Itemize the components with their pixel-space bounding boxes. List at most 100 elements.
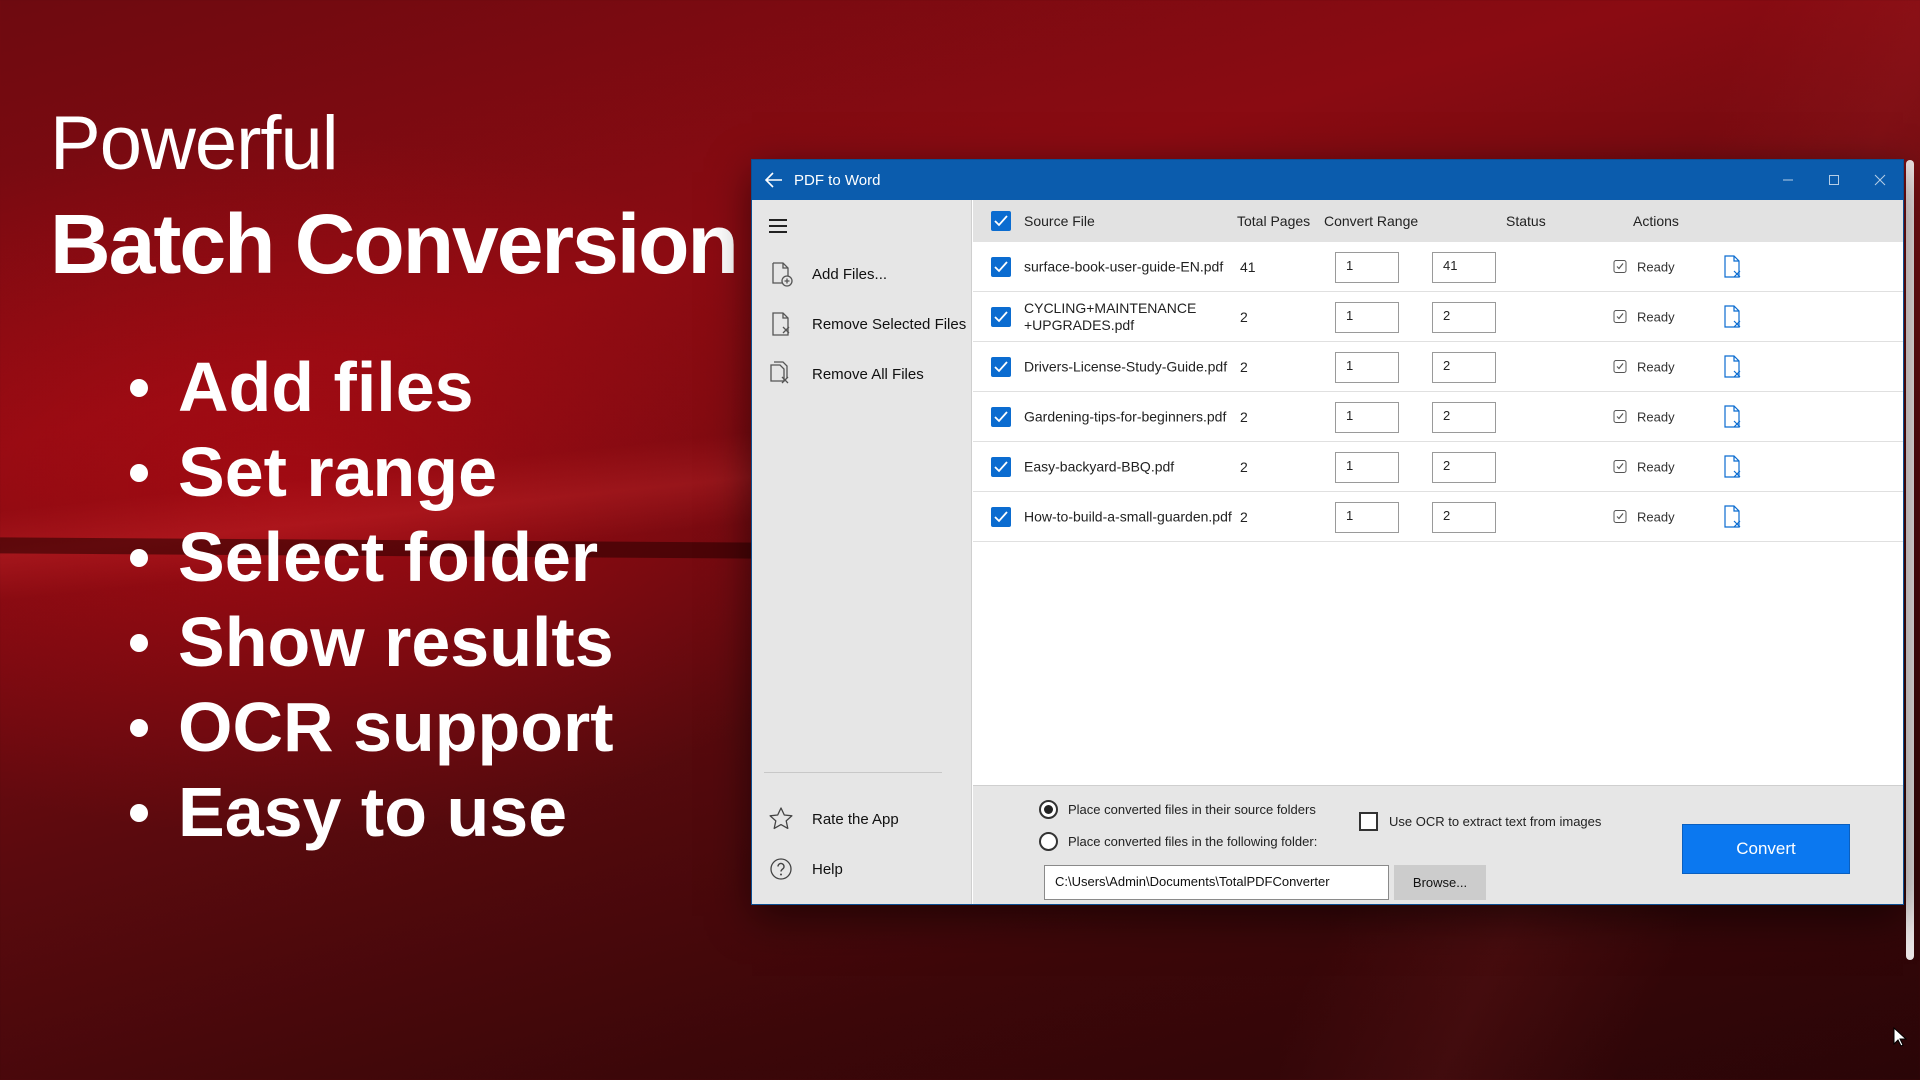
sidebar-item-label: Remove All Files xyxy=(812,365,924,383)
checkmark-icon xyxy=(994,215,1008,227)
checkmark-icon xyxy=(994,411,1008,423)
scrollbar[interactable] xyxy=(1906,160,1914,960)
range-to-input[interactable]: 2 xyxy=(1432,352,1496,383)
remove-row-icon[interactable] xyxy=(1719,254,1745,280)
table-row[interactable]: Gardening-tips-for-beginners.pdf 2 1 to … xyxy=(973,392,1903,442)
back-button[interactable] xyxy=(756,160,792,200)
ocr-checkbox[interactable] xyxy=(1359,812,1378,831)
table-row[interactable]: surface-book-user-guide-EN.pdf 41 1 to 4… xyxy=(973,242,1903,292)
row-checkbox[interactable] xyxy=(991,257,1011,277)
sidebar-item-help[interactable]: Help xyxy=(752,844,972,894)
promo-subtitle: Powerful xyxy=(50,101,339,186)
radio-label: Place converted files in their source fo… xyxy=(1068,802,1316,817)
bullet-icon xyxy=(130,548,148,567)
bullet-icon xyxy=(130,463,148,482)
output-options-panel: Place converted files in their source fo… xyxy=(973,785,1903,904)
row-checkbox[interactable] xyxy=(991,307,1011,327)
close-icon xyxy=(1874,174,1886,186)
radio-selected-dot xyxy=(1044,805,1053,814)
column-header-source-file[interactable]: Source File xyxy=(1024,213,1095,229)
table-row[interactable]: Drivers-License-Study-Guide.pdf 2 1 to 2… xyxy=(973,342,1903,392)
sidebar-item-remove-selected[interactable]: Remove Selected Files xyxy=(752,299,972,349)
total-pages: 2 xyxy=(1240,358,1248,375)
app-window: PDF to Word Add Files... Remove Selected… xyxy=(752,160,1903,904)
browse-button[interactable]: Browse... xyxy=(1394,865,1486,900)
window-controls xyxy=(1765,160,1903,200)
total-pages: 2 xyxy=(1240,508,1248,525)
status-cell: Ready xyxy=(1613,259,1675,274)
ready-check-icon xyxy=(1613,260,1627,273)
remove-row-icon[interactable] xyxy=(1719,404,1745,430)
sidebar-item-label: Add Files... xyxy=(812,265,888,283)
feature-item: Easy to use xyxy=(130,770,614,855)
file-name: surface-book-user-guide-EN.pdf xyxy=(1024,258,1224,274)
promo-title: Batch Conversion xyxy=(50,197,739,291)
file-name: Drivers-License-Study-Guide.pdf xyxy=(1024,358,1228,374)
status-text: Ready xyxy=(1637,359,1675,374)
maximize-button[interactable] xyxy=(1811,160,1857,200)
range-to-input[interactable]: 2 xyxy=(1432,402,1496,433)
range-to-input[interactable]: 2 xyxy=(1432,302,1496,333)
feature-list: Add files Set range Select folder Show r… xyxy=(130,345,614,855)
feature-label: Set range xyxy=(178,433,497,511)
table-row[interactable]: CYCLING+MAINTENANCE +UPGRADES.pdf 2 1 to… xyxy=(973,292,1903,342)
row-checkbox[interactable] xyxy=(991,457,1011,477)
radio-source-folders[interactable]: Place converted files in their source fo… xyxy=(1039,800,1316,819)
radio-custom-folder[interactable]: Place converted files in the following f… xyxy=(1039,832,1317,851)
radio-button[interactable] xyxy=(1039,800,1058,819)
remove-row-icon[interactable] xyxy=(1719,304,1745,330)
range-to-input[interactable]: 41 xyxy=(1432,252,1496,283)
file-name: CYCLING+MAINTENANCE +UPGRADES.pdf xyxy=(1024,299,1197,333)
table-row[interactable]: How-to-build-a-small-guarden.pdf 2 1 to … xyxy=(973,492,1903,542)
range-from-input[interactable]: 1 xyxy=(1335,302,1399,333)
column-header-total-pages[interactable]: Total Pages xyxy=(1237,213,1310,229)
sidebar-item-rate-app[interactable]: Rate the App xyxy=(752,794,972,844)
column-header-status[interactable]: Status xyxy=(1506,213,1546,229)
back-arrow-icon xyxy=(765,172,782,188)
file-name: Gardening-tips-for-beginners.pdf xyxy=(1024,408,1227,424)
sidebar-item-remove-all[interactable]: Remove All Files xyxy=(752,349,972,399)
output-folder-input[interactable]: C:\Users\Admin\Documents\TotalPDFConvert… xyxy=(1044,865,1389,900)
sidebar-item-add-files[interactable]: Add Files... xyxy=(752,249,972,299)
hamburger-menu-icon[interactable] xyxy=(768,216,788,236)
feature-label: OCR support xyxy=(178,688,614,766)
sidebar: Add Files... Remove Selected Files Remov… xyxy=(752,200,972,904)
remove-all-icon xyxy=(766,359,796,389)
mouse-cursor-icon xyxy=(1893,1027,1907,1047)
convert-button[interactable]: Convert xyxy=(1682,824,1850,874)
radio-button[interactable] xyxy=(1039,832,1058,851)
range-from-input[interactable]: 1 xyxy=(1335,352,1399,383)
remove-row-icon[interactable] xyxy=(1719,454,1745,480)
status-text: Ready xyxy=(1637,259,1675,274)
range-from-input[interactable]: 1 xyxy=(1335,502,1399,533)
ready-check-icon xyxy=(1613,360,1627,373)
table-row[interactable]: Easy-backyard-BBQ.pdf 2 1 to 2 Ready xyxy=(973,442,1903,492)
minimize-button[interactable] xyxy=(1765,160,1811,200)
remove-row-icon[interactable] xyxy=(1719,504,1745,530)
ocr-option[interactable]: Use OCR to extract text from images xyxy=(1359,812,1601,831)
remove-file-icon xyxy=(766,309,796,339)
bullet-icon xyxy=(130,803,148,822)
row-checkbox[interactable] xyxy=(991,407,1011,427)
select-all-checkbox[interactable] xyxy=(991,211,1011,231)
maximize-icon xyxy=(1829,175,1839,185)
range-from-input[interactable]: 1 xyxy=(1335,452,1399,483)
feature-label: Select folder xyxy=(178,518,599,596)
range-to-input[interactable]: 2 xyxy=(1432,452,1496,483)
range-from-input[interactable]: 1 xyxy=(1335,252,1399,283)
checkmark-icon xyxy=(994,361,1008,373)
sidebar-item-label: Rate the App xyxy=(812,810,899,828)
checkmark-icon xyxy=(994,261,1008,273)
sidebar-item-label: Help xyxy=(812,860,843,878)
row-checkbox[interactable] xyxy=(991,357,1011,377)
feature-label: Easy to use xyxy=(178,773,568,851)
row-checkbox[interactable] xyxy=(991,507,1011,527)
status-cell: Ready xyxy=(1613,459,1675,474)
column-header-actions[interactable]: Actions xyxy=(1633,213,1679,229)
range-to-input[interactable]: 2 xyxy=(1432,502,1496,533)
checkmark-icon xyxy=(994,311,1008,323)
column-header-convert-range[interactable]: Convert Range xyxy=(1324,213,1418,229)
close-button[interactable] xyxy=(1857,160,1903,200)
range-from-input[interactable]: 1 xyxy=(1335,402,1399,433)
remove-row-icon[interactable] xyxy=(1719,354,1745,380)
